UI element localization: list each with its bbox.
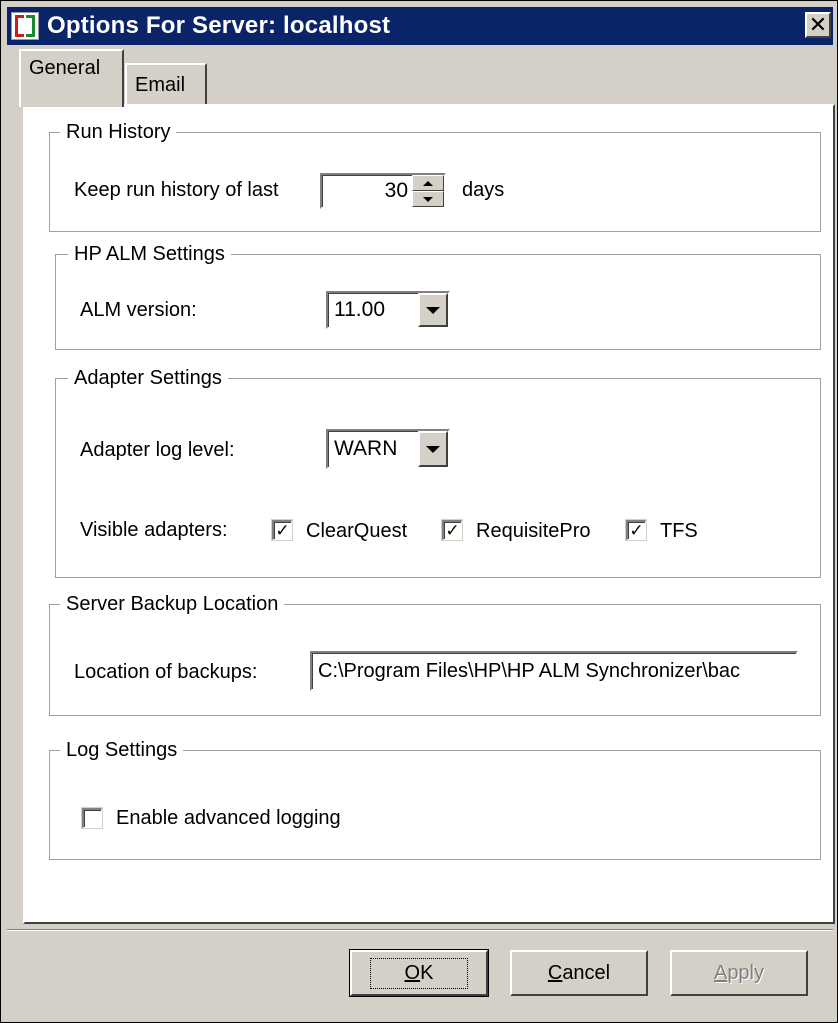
- log-settings-legend: Log Settings: [60, 737, 184, 763]
- advanced-logging-checkbox[interactable]: [82, 808, 102, 828]
- close-icon: ✕: [808, 12, 828, 37]
- close-button[interactable]: ✕: [805, 12, 831, 38]
- clearquest-label: ClearQuest: [306, 520, 408, 542]
- alm-version-label: ALM version:: [80, 299, 197, 321]
- log-settings-group: Log Settings Enable advanced logging: [49, 737, 821, 860]
- spin-down-button[interactable]: [412, 191, 444, 207]
- alm-version-select[interactable]: 11.00: [326, 291, 450, 329]
- general-tab-panel: Run History Keep run history of last 30 …: [23, 104, 835, 924]
- clearquest-checkbox[interactable]: ✓: [272, 520, 292, 540]
- tab-email-label: Email: [135, 73, 186, 96]
- backup-location-label: Location of backups:: [74, 661, 258, 683]
- apply-button-label: Apply: [713, 961, 765, 984]
- arrow-down-icon: [423, 196, 433, 202]
- history-days-spinner[interactable]: 30: [320, 173, 446, 209]
- backup-location-group: Server Backup Location Location of backu…: [49, 591, 821, 716]
- chevron-down-icon: [426, 306, 440, 314]
- keep-history-label: Keep run history of last: [74, 179, 279, 201]
- backup-location-legend: Server Backup Location: [60, 591, 285, 617]
- requisitepro-label: RequisitePro: [476, 520, 591, 542]
- ok-button[interactable]: OK: [349, 949, 489, 997]
- chevron-down-icon: [426, 445, 440, 453]
- adapter-log-level-value: WARN: [334, 437, 398, 460]
- history-days-value: 30: [384, 179, 408, 202]
- backup-location-input[interactable]: C:\Program Files\HP\HP ALM Synchronizer\…: [310, 651, 798, 691]
- check-icon: ✓: [275, 521, 290, 540]
- alm-version-dropdown-button[interactable]: [418, 293, 448, 327]
- run-history-group: Run History Keep run history of last 30 …: [49, 119, 821, 232]
- cancel-button-label: Cancel: [547, 961, 611, 984]
- ok-button-label: OK: [369, 957, 469, 989]
- advanced-logging-label: Enable advanced logging: [116, 807, 341, 829]
- check-icon: ✓: [445, 521, 460, 540]
- options-dialog: Options For Server: localhost ✕ General …: [0, 0, 838, 1023]
- log-level-dropdown-button[interactable]: [418, 431, 448, 467]
- apply-button[interactable]: Apply: [670, 950, 808, 996]
- alm-settings-legend: HP ALM Settings: [68, 241, 231, 267]
- tab-general[interactable]: General: [19, 49, 124, 107]
- check-icon: ✓: [629, 521, 644, 540]
- adapter-log-level-select[interactable]: WARN: [326, 429, 450, 469]
- days-unit-label: days: [462, 179, 505, 201]
- tfs-checkbox[interactable]: ✓: [626, 520, 646, 540]
- requisitepro-checkbox[interactable]: ✓: [442, 520, 462, 540]
- visible-adapters-label: Visible adapters:: [80, 519, 228, 541]
- adapter-settings-group: Adapter Settings Adapter log level: WARN…: [55, 365, 821, 578]
- footer-divider: [7, 929, 833, 931]
- tab-email[interactable]: Email: [125, 63, 207, 105]
- title-bar[interactable]: Options For Server: localhost ✕: [7, 7, 833, 45]
- adapter-settings-legend: Adapter Settings: [68, 365, 228, 391]
- arrow-up-icon: [423, 180, 433, 186]
- tab-general-label: General: [29, 57, 101, 79]
- alm-version-value: 11.00: [334, 298, 385, 321]
- window-title: Options For Server: localhost: [47, 12, 391, 39]
- spin-up-button[interactable]: [412, 175, 444, 191]
- run-history-legend: Run History: [60, 119, 177, 145]
- app-icon: [11, 12, 39, 40]
- backup-location-value: C:\Program Files\HP\HP ALM Synchronizer\…: [318, 659, 741, 682]
- alm-settings-group: HP ALM Settings ALM version: 11.00: [55, 241, 821, 350]
- cancel-button[interactable]: Cancel: [510, 950, 648, 996]
- adapter-log-level-label: Adapter log level:: [80, 439, 235, 461]
- tfs-label: TFS: [660, 520, 698, 542]
